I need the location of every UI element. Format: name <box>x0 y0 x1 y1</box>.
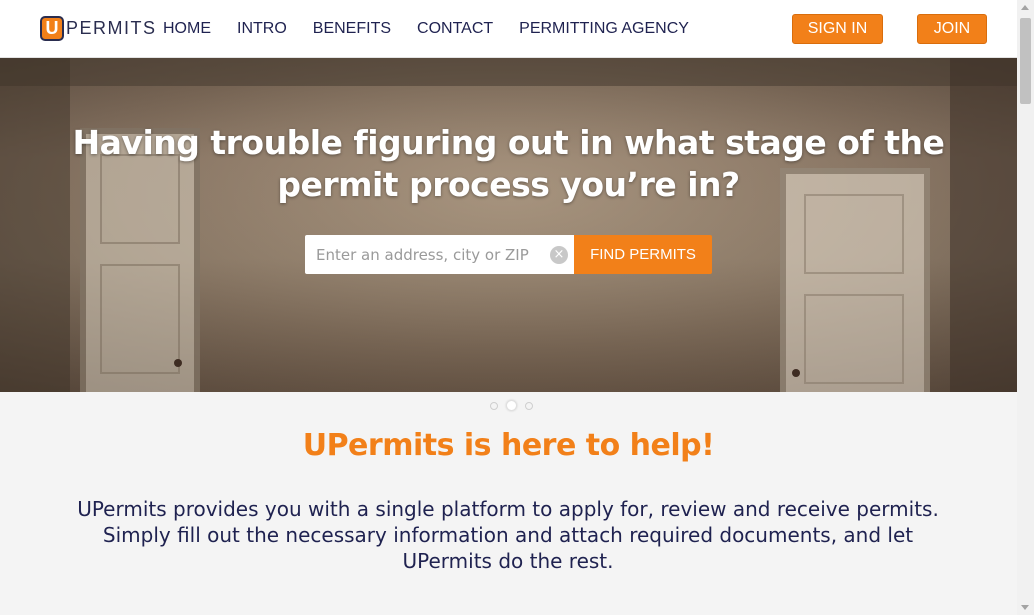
join-button[interactable]: JOIN <box>917 14 987 44</box>
door-panel <box>804 294 904 384</box>
nav-link-benefits[interactable]: BENEFITS <box>313 20 391 38</box>
carousel-dot-active[interactable] <box>506 400 517 411</box>
sign-in-button[interactable]: SIGN IN <box>792 14 883 44</box>
logo-text: PERMITS <box>66 18 157 38</box>
nav-link-contact[interactable]: CONTACT <box>417 20 493 38</box>
help-heading: UPermits is here to help! <box>302 428 715 463</box>
door-panel <box>100 264 180 374</box>
hero-right-shade <box>950 58 1017 392</box>
hero-ceiling-shade <box>0 58 1017 86</box>
permit-search-bar: × FIND PERMITS <box>305 235 712 274</box>
clear-icon[interactable]: × <box>550 246 568 264</box>
door-knob <box>174 359 182 367</box>
carousel-dot[interactable] <box>490 401 498 410</box>
nav-link-permitting-agency[interactable]: PERMITTING AGENCY <box>519 20 689 38</box>
top-navbar: U PERMITS HOME INTRO BENEFITS CONTACT PE… <box>0 0 1017 58</box>
scroll-down-icon[interactable] <box>1021 605 1029 610</box>
logo-u-icon: U <box>40 16 64 41</box>
door-knob <box>792 369 800 377</box>
nav-link-home[interactable]: HOME <box>163 20 211 38</box>
scroll-up-icon[interactable] <box>1021 5 1029 10</box>
nav-links: HOME INTRO BENEFITS CONTACT PERMITTING A… <box>163 0 715 58</box>
scroll-thumb[interactable] <box>1020 18 1031 104</box>
find-permits-button[interactable]: FIND PERMITS <box>574 235 712 274</box>
hero-left-shade <box>0 58 70 392</box>
hero-title: Having trouble figuring out in what stag… <box>72 123 945 204</box>
carousel-dot[interactable] <box>525 401 533 410</box>
address-search-input[interactable] <box>305 235 574 274</box>
page-scrollbar[interactable] <box>1017 0 1034 615</box>
upermits-logo[interactable]: U PERMITS <box>40 15 157 42</box>
door-panel <box>804 194 904 274</box>
help-description: UPermits provides you with a single plat… <box>77 497 939 573</box>
nav-link-intro[interactable]: INTRO <box>237 20 287 38</box>
carousel-indicators <box>486 400 537 411</box>
hero-banner: Having trouble figuring out in what stag… <box>0 58 1017 392</box>
